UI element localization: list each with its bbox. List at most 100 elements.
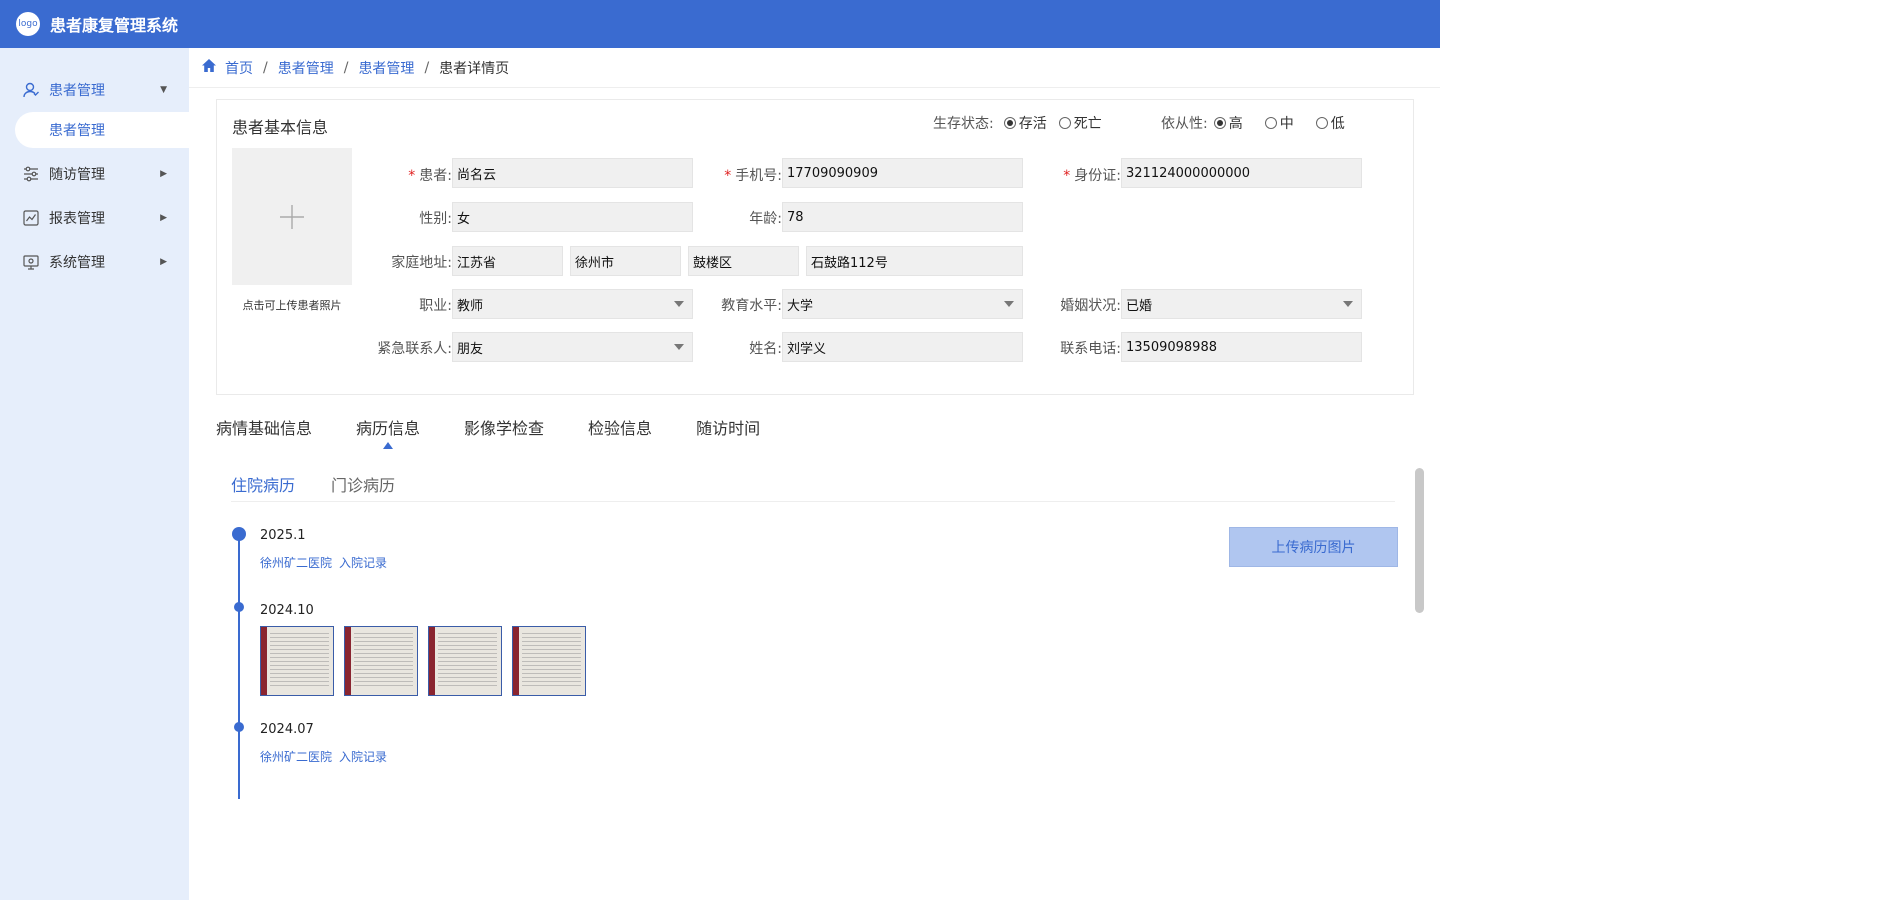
caret-down-icon [1004,301,1014,307]
survival-status-group: 生存状态: 存活 死亡 [933,113,1114,133]
caret-right-icon: ▶ [160,169,167,179]
breadcrumb-separator: / [424,59,430,76]
timeline-date: 2025.1 [260,528,306,543]
panel-title: 患者基本信息 [232,118,329,137]
sliders-icon [22,165,40,183]
record-image-thumbnail[interactable] [344,626,418,696]
breadcrumb-separator: / [263,59,268,76]
emergency-contact-select[interactable]: 朋友 [452,332,693,362]
required-mark: * [408,168,416,184]
required-mark: * [724,168,732,184]
top-bar: logo 患者康复管理系统 [0,0,1440,48]
id-card-input[interactable]: 321124000000000 [1121,158,1362,188]
marital-status-select[interactable]: 已婚 [1121,289,1362,319]
upload-record-image-button[interactable]: 上传病历图片 [1229,527,1398,567]
tab-imaging[interactable]: 影像学检查 [464,415,544,439]
tab-medical-records[interactable]: 病历信息 [356,415,420,449]
caret-right-icon: ▶ [160,213,167,223]
address-street-input[interactable]: 石鼓路112号 [806,246,1023,276]
scrollbar[interactable] [1415,468,1424,613]
tab-followup-time[interactable]: 随访时间 [696,415,760,439]
gender-label: 性别: [419,211,452,227]
timeline-date: 2024.07 [260,722,314,737]
breadcrumb-current: 患者详情页 [439,60,510,77]
detail-tabs: 病情基础信息 病历信息 影像学检查 检验信息 随访时间 [216,415,804,449]
timeline-dot [234,722,244,732]
address-city-input[interactable]: 徐州市 [570,246,681,276]
tab-lab-tests[interactable]: 检验信息 [588,415,652,439]
contact-phone-input[interactable]: 13509098988 [1121,332,1362,362]
age-label: 年龄: [749,211,782,227]
radio-label: 低 [1330,116,1345,132]
sidebar: 患者管理 ▼ 患者管理 随访管理 ▶ 报表管理 ▶ 系统管理 ▶ [0,48,189,900]
occupation-select[interactable]: 教师 [452,289,693,319]
select-value: 教师 [457,298,484,314]
admission-record-link[interactable]: 入院记录 [339,748,387,765]
app-title: 患者康复管理系统 [50,16,179,35]
breadcrumb-home[interactable]: 首页 [225,58,253,78]
breadcrumb-patient-list[interactable]: 患者管理 [358,58,414,78]
gender-input[interactable]: 女 [452,202,693,232]
required-mark: * [1063,168,1071,184]
caret-down-icon: ▼ [160,85,167,95]
caret-down-icon [674,301,684,307]
address-label: 家庭地址: [391,255,452,271]
phone-label: * 手机号: [724,168,782,184]
chart-icon [22,209,40,227]
survival-radio-alive[interactable]: 存活 [1003,113,1047,133]
record-image-thumbnail[interactable] [428,626,502,696]
compliance-radio-low[interactable]: 低 [1315,113,1345,133]
sidebar-item-label: 系统管理 [49,255,105,271]
sidebar-item-patient-management[interactable]: 患者管理 ▼ [0,68,189,112]
contact-name-input[interactable]: 刘学义 [782,332,1023,362]
age-input[interactable]: 78 [782,202,1023,232]
sidebar-item-label: 随访管理 [49,167,105,183]
patient-basic-info-panel: 患者基本信息 生存状态: 存活 死亡 依从性: 高 中 低 点击可上传患者照片 … [216,99,1414,395]
sidebar-item-report-management[interactable]: 报表管理 ▶ [0,196,189,240]
timeline-date: 2024.10 [260,603,314,618]
caret-right-icon: ▶ [160,257,167,267]
monitor-icon [22,253,40,271]
address-province-input[interactable]: 江苏省 [452,246,563,276]
record-subtabs: 住院病历 门诊病历 [231,472,1395,502]
hospital-link[interactable]: 徐州矿二医院 [260,748,332,765]
education-select[interactable]: 大学 [782,289,1023,319]
emergency-contact-label: 紧急联系人: [377,341,452,357]
tab-condition-info[interactable]: 病情基础信息 [216,415,312,439]
sidebar-item-followup-management[interactable]: 随访管理 ▶ [0,152,189,196]
phone-input[interactable]: 17709090909 [782,158,1023,188]
timeline-dot [232,527,246,541]
breadcrumb: 首页 / 患者管理 / 患者管理 / 患者详情页 [189,48,1440,88]
breadcrumb-patient-management[interactable]: 患者管理 [278,58,334,78]
education-label: 教育水平: [721,298,782,314]
timeline-line [238,535,240,799]
survival-status-label: 生存状态: [933,116,994,132]
admission-record-link[interactable]: 入院记录 [339,554,387,571]
patient-label: * 患者: [408,168,452,184]
patient-name-input[interactable]: 尚名云 [452,158,693,188]
sidebar-subitem-patient-management[interactable]: 患者管理 [15,112,189,148]
photo-upload[interactable] [232,148,352,285]
main-content: 首页 / 患者管理 / 患者管理 / 患者详情页 患者基本信息 生存状态: 存活… [189,48,1440,900]
address-district-input[interactable]: 鼓楼区 [688,246,799,276]
occupation-label: 职业: [419,298,452,314]
subtab-inpatient[interactable]: 住院病历 [231,472,295,501]
record-image-thumbnail[interactable] [512,626,586,696]
survival-radio-dead[interactable]: 死亡 [1058,113,1102,133]
radio-label: 存活 [1018,116,1047,132]
caret-down-icon [1343,301,1353,307]
sidebar-item-label: 患者管理 [49,83,105,99]
record-image-thumbnail[interactable] [260,626,334,696]
compliance-radio-high[interactable]: 高 [1213,113,1243,133]
select-value: 朋友 [457,341,484,357]
home-icon[interactable] [201,58,217,77]
compliance-radio-medium[interactable]: 中 [1264,113,1294,133]
marital-status-label: 婚姻状况: [1060,298,1121,314]
user-icon [22,81,40,99]
sidebar-item-system-management[interactable]: 系统管理 ▶ [0,240,189,284]
contact-name-label: 姓名: [749,341,782,357]
sidebar-item-label: 报表管理 [49,211,105,227]
subtab-outpatient[interactable]: 门诊病历 [331,472,395,501]
hospital-link[interactable]: 徐州矿二医院 [260,554,332,571]
radio-label: 高 [1228,116,1243,132]
